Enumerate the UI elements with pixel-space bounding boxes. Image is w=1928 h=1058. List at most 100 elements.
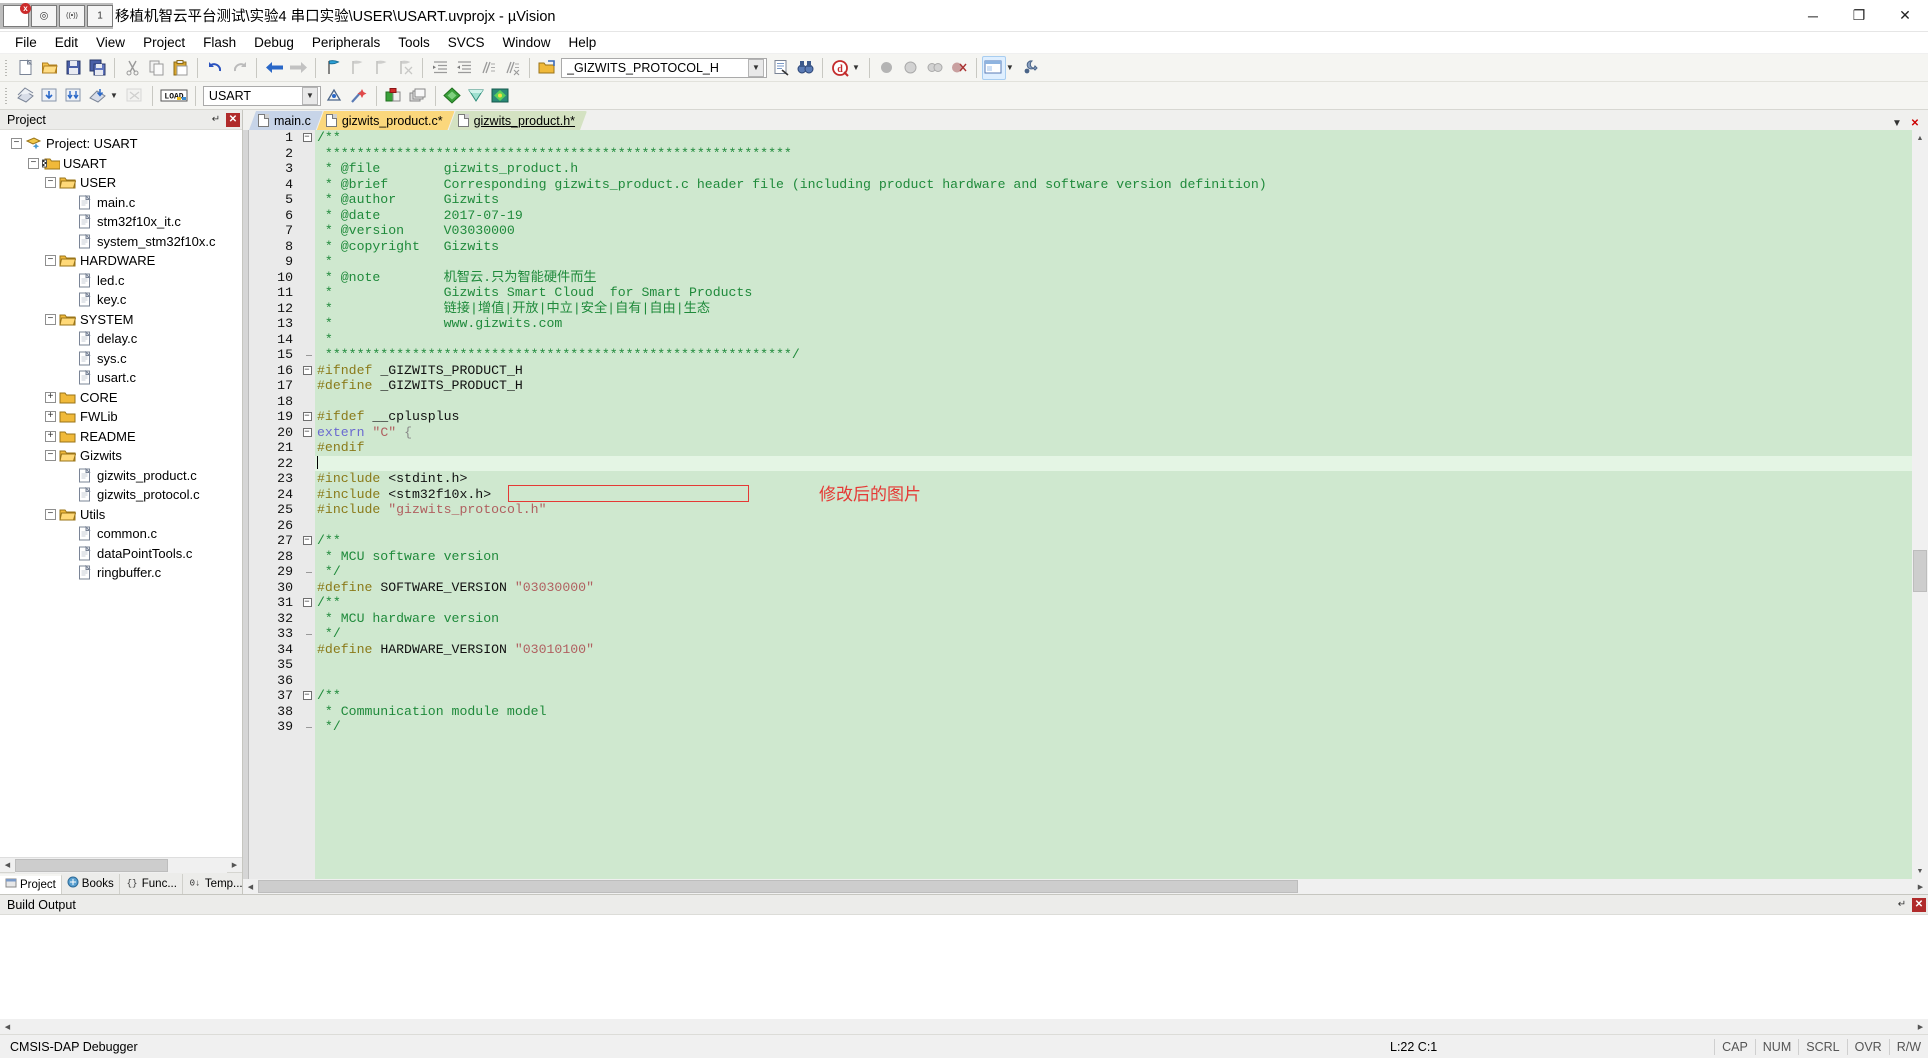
code-line[interactable]: 29 */ bbox=[243, 564, 1912, 580]
fold-marker[interactable]: − bbox=[299, 365, 315, 375]
hscroll-track[interactable] bbox=[15, 857, 227, 873]
navigate-back-icon[interactable] bbox=[262, 56, 286, 80]
menu-item-view[interactable]: View bbox=[87, 33, 134, 52]
menu-item-project[interactable]: Project bbox=[134, 33, 194, 52]
chevron-down-icon-2[interactable]: ▼ bbox=[301, 86, 318, 105]
build-output-body[interactable] bbox=[0, 915, 1928, 1019]
editor-tab-gizwits-product-c-[interactable]: gizwits_product.c* bbox=[317, 111, 455, 130]
code-line[interactable]: 32 * MCU hardware version bbox=[243, 611, 1912, 627]
magic-wand-icon[interactable] bbox=[347, 84, 371, 108]
indent-right-icon[interactable] bbox=[428, 56, 452, 80]
tree-item-system[interactable]: − SYSTEM bbox=[0, 310, 242, 330]
code-view[interactable]: 1−/** 2 *********************************… bbox=[243, 130, 1912, 879]
code-line[interactable]: 9 * bbox=[243, 254, 1912, 270]
code-line[interactable]: 11 * Gizwits Smart Cloud for Smart Produ… bbox=[243, 285, 1912, 301]
code-line[interactable]: 38 * Communication module model bbox=[243, 704, 1912, 720]
camera-icon[interactable]: ◎ bbox=[31, 4, 57, 27]
build-pin-icon[interactable]: ↵ bbox=[1894, 897, 1910, 913]
code-line[interactable]: 25 #include "gizwits_protocol.h" bbox=[243, 502, 1912, 518]
tree-item-user[interactable]: − USER bbox=[0, 173, 242, 193]
cut-icon[interactable] bbox=[120, 56, 144, 80]
build-scroll-left-icon[interactable]: ◀ bbox=[0, 1019, 15, 1034]
code-line[interactable]: 10 * @note 机智云.只为智能硬件而生 bbox=[243, 270, 1912, 286]
toolbar-grip-2[interactable] bbox=[3, 85, 10, 106]
code-hscrollbar[interactable]: ◀ ▶ bbox=[243, 879, 1928, 894]
build-hscroll-track[interactable] bbox=[15, 1019, 1913, 1034]
scroll-right-icon[interactable]: ▶ bbox=[227, 857, 242, 873]
fold-marker[interactable]: − bbox=[299, 691, 315, 701]
code-line[interactable]: 13 * www.gizwits.com bbox=[243, 316, 1912, 332]
breakpoint-icon[interactable] bbox=[875, 56, 899, 80]
collapse-toggle-icon[interactable]: − bbox=[45, 255, 56, 267]
save-all-icon[interactable] bbox=[85, 56, 109, 80]
components-icon[interactable] bbox=[441, 84, 465, 108]
code-lines[interactable]: 1−/** 2 *********************************… bbox=[243, 130, 1912, 735]
settings-wrench-icon[interactable] bbox=[1018, 56, 1042, 80]
manage-project-items-icon[interactable] bbox=[382, 84, 406, 108]
collapse-toggle-icon[interactable]: − bbox=[45, 450, 56, 462]
symbol-combo[interactable]: _GIZWITS_PROTOCOL_H ▼ bbox=[561, 57, 767, 78]
code-scroll-left-icon[interactable]: ◀ bbox=[243, 879, 258, 894]
tree-item-readme[interactable]: + README bbox=[0, 427, 242, 447]
tree-item-core[interactable]: + CORE bbox=[0, 388, 242, 408]
menu-item-edit[interactable]: Edit bbox=[46, 33, 87, 52]
code-line[interactable]: 35 bbox=[243, 657, 1912, 673]
maximize-button[interactable]: ❐ bbox=[1836, 0, 1882, 32]
code-vscrollbar[interactable]: ▲ ▼ bbox=[1912, 130, 1928, 879]
tree-item-usart[interactable]: − USART bbox=[0, 154, 242, 174]
batch-build-icon[interactable] bbox=[85, 84, 109, 108]
code-line[interactable]: 16− #ifndef _GIZWITS_PRODUCT_H bbox=[243, 363, 1912, 379]
hscroll-thumb[interactable] bbox=[15, 858, 168, 872]
tree-item-hardware[interactable]: − HARDWARE bbox=[0, 251, 242, 271]
breakpoint-kill-icon[interactable] bbox=[947, 56, 971, 80]
code-hscroll-thumb[interactable] bbox=[258, 880, 1298, 893]
chevron-down-icon[interactable]: ▼ bbox=[748, 58, 764, 77]
indent-left-icon[interactable] bbox=[452, 56, 476, 80]
target-options-icon[interactable] bbox=[323, 84, 347, 108]
scroll-left-icon[interactable]: ◀ bbox=[0, 857, 15, 873]
menu-item-debug[interactable]: Debug bbox=[245, 33, 303, 52]
menu-item-peripherals[interactable]: Peripherals bbox=[303, 33, 389, 52]
tree-item-system-stm32f10x-c[interactable]: system_stm32f10x.c bbox=[0, 232, 242, 252]
target-combo[interactable]: USART ▼ bbox=[202, 85, 321, 106]
collapse-toggle-icon[interactable]: − bbox=[28, 157, 39, 169]
tree-item-utils[interactable]: − Utils bbox=[0, 505, 242, 525]
build-scroll-right-icon[interactable]: ▶ bbox=[1913, 1019, 1928, 1034]
code-line[interactable]: 14 * bbox=[243, 332, 1912, 348]
code-line[interactable]: 6 * @date 2017-07-19 bbox=[243, 208, 1912, 224]
close-button[interactable]: ✕ bbox=[1882, 0, 1928, 32]
batch-build-dropdown-icon[interactable]: ▼ bbox=[110, 91, 118, 100]
fold-marker[interactable]: − bbox=[299, 412, 315, 422]
menu-item-tools[interactable]: Tools bbox=[389, 33, 439, 52]
code-line[interactable]: 21 #endif bbox=[243, 440, 1912, 456]
tree-item-main-c[interactable]: main.c bbox=[0, 193, 242, 213]
save-icon[interactable] bbox=[61, 56, 85, 80]
code-line[interactable]: 33 */ bbox=[243, 626, 1912, 642]
bookmark-clear-icon[interactable] bbox=[393, 56, 417, 80]
select-software-packs-icon[interactable] bbox=[489, 84, 513, 108]
expand-toggle-icon[interactable]: + bbox=[45, 391, 56, 403]
code-line[interactable]: 3 * @file gizwits_product.h bbox=[243, 161, 1912, 177]
close-overlay-icon[interactable]: x bbox=[20, 2, 31, 14]
build-output-hscrollbar[interactable]: ◀ ▶ bbox=[0, 1019, 1928, 1034]
tree-item-project-usart[interactable]: − Project: USART bbox=[0, 134, 242, 154]
undo-icon[interactable] bbox=[203, 56, 227, 80]
find-in-files-icon[interactable] bbox=[769, 56, 793, 80]
tree-item-gizwits-protocol-c[interactable]: gizwits_protocol.c bbox=[0, 485, 242, 505]
code-line[interactable]: 30 #define SOFTWARE_VERSION "03030000" bbox=[243, 580, 1912, 596]
tab-close-icon[interactable]: ✕ bbox=[1908, 116, 1922, 130]
project-tab-func[interactable]: {} Func... bbox=[120, 873, 183, 894]
fold-marker[interactable]: − bbox=[299, 427, 315, 437]
paste-icon[interactable] bbox=[168, 56, 192, 80]
project-tab-project[interactable]: Project bbox=[0, 873, 62, 894]
tree-item-fwlib[interactable]: + FWLib bbox=[0, 407, 242, 427]
tree-item-datapointtools-c[interactable]: dataPointTools.c bbox=[0, 544, 242, 564]
code-line[interactable]: 19− #ifdef __cplusplus bbox=[243, 409, 1912, 425]
expand-toggle-icon[interactable]: + bbox=[45, 411, 56, 423]
code-line[interactable]: 20− extern "C" { bbox=[243, 425, 1912, 441]
tree-item-gizwits-product-c[interactable]: gizwits_product.c bbox=[0, 466, 242, 486]
scroll-down-icon[interactable]: ▼ bbox=[1912, 863, 1928, 879]
vscroll-thumb[interactable] bbox=[1913, 550, 1927, 592]
menu-item-flash[interactable]: Flash bbox=[194, 33, 245, 52]
collapse-toggle-icon[interactable]: − bbox=[11, 138, 22, 150]
